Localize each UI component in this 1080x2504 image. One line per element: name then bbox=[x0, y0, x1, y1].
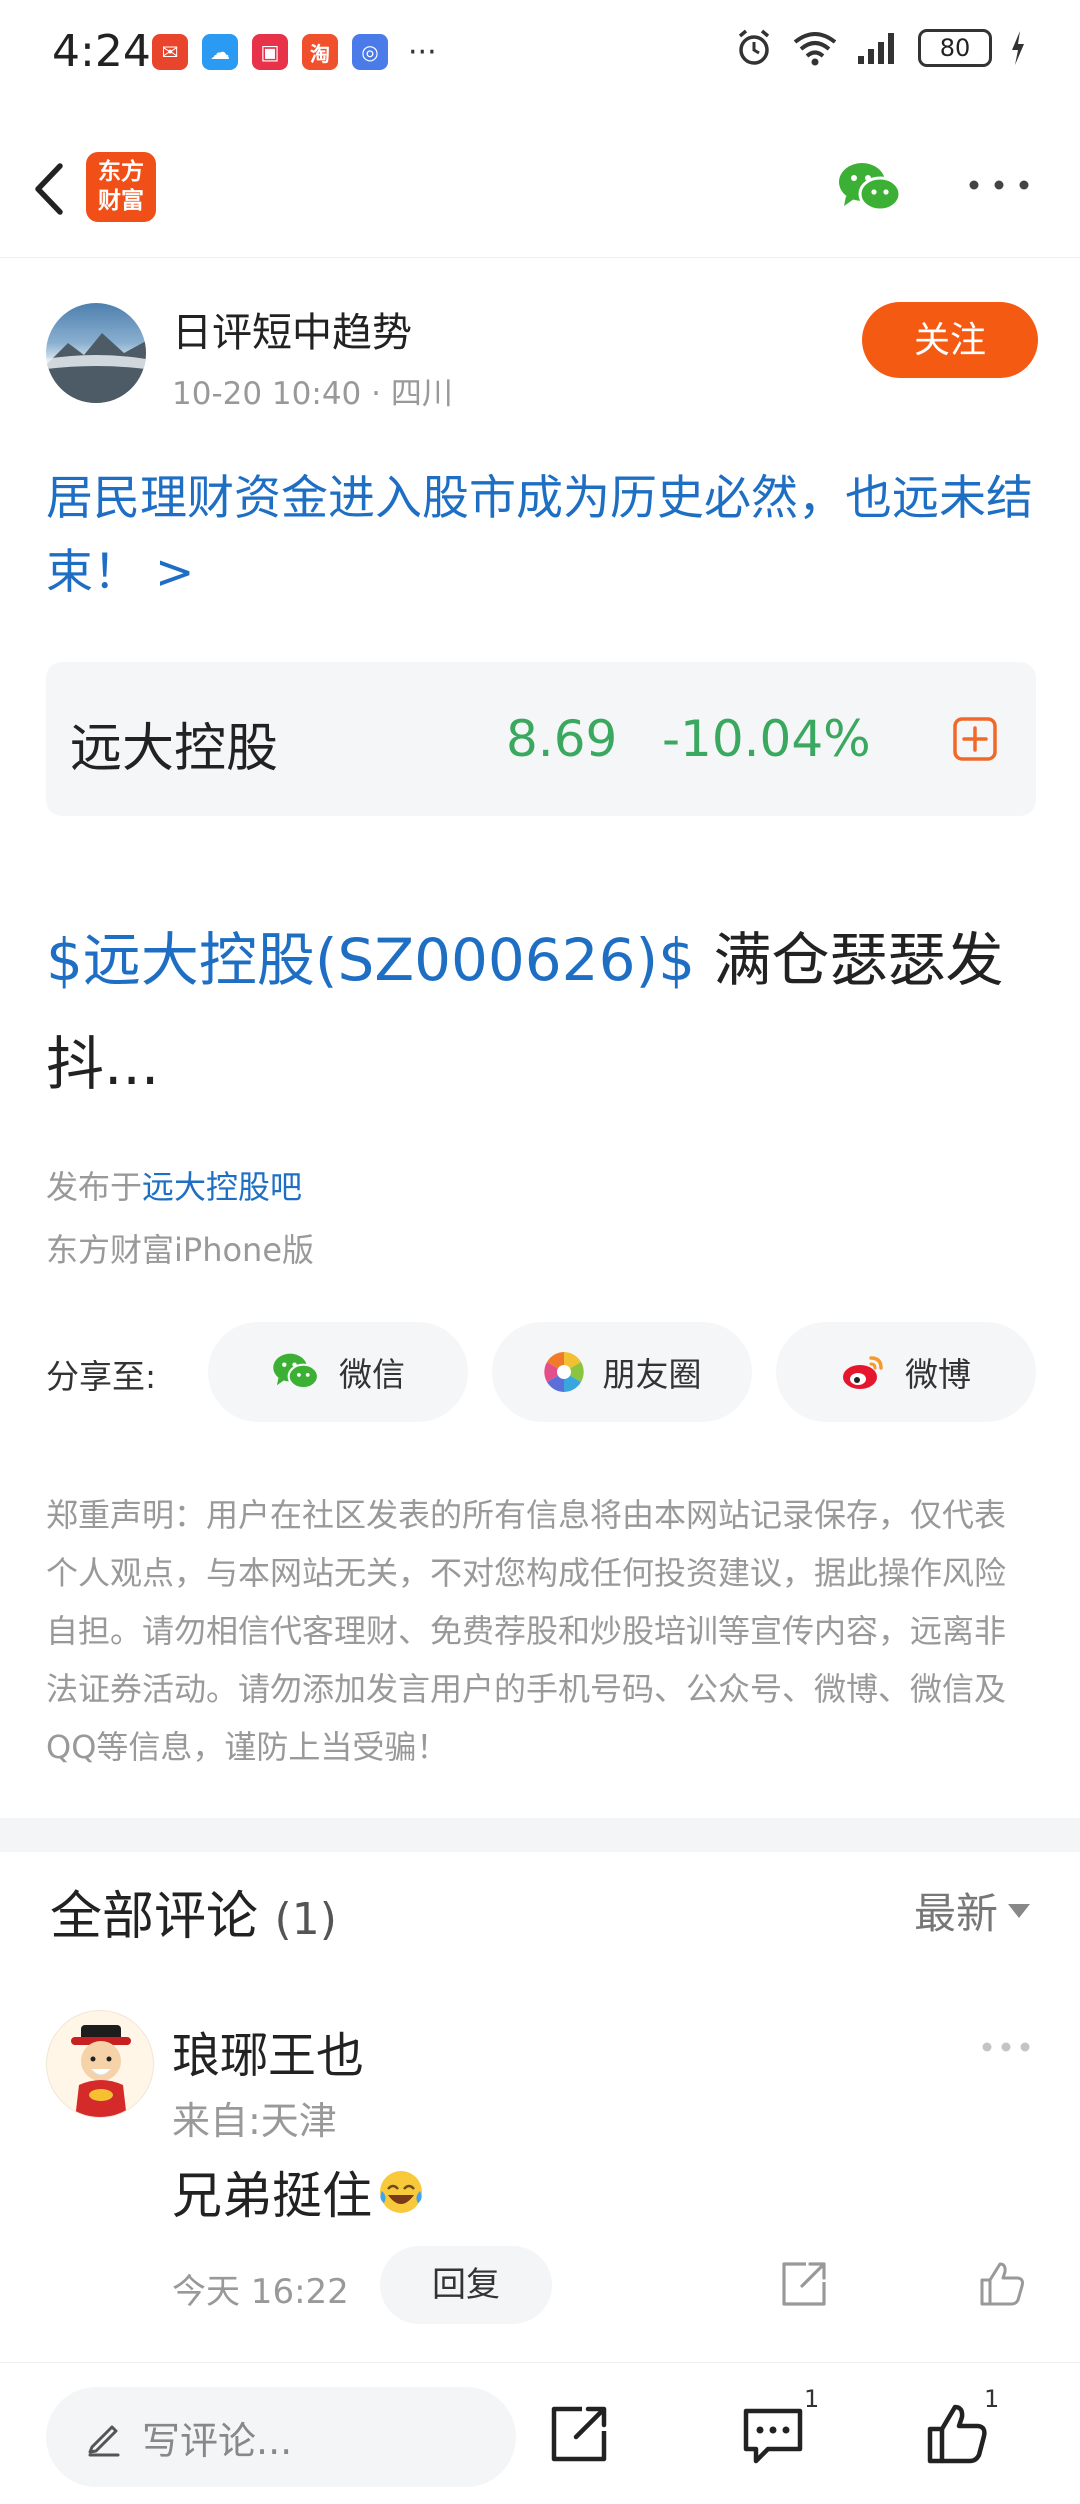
share-wechat-button[interactable]: 微信 bbox=[208, 1322, 468, 1422]
disclaimer-text: 郑重声明：用户在社区发表的所有信息将由本网站记录保存，仅代表个人观点，与本网站无… bbox=[46, 1496, 1007, 1766]
fortune-god-avatar-image bbox=[71, 2025, 131, 2117]
commenter-location: 来自:天津 bbox=[172, 2099, 337, 2143]
wechat-icon bbox=[273, 1353, 320, 1390]
commenter-name[interactable]: 琅琊王也 bbox=[172, 2016, 364, 2086]
device-source: 东方财富iPhone版 bbox=[46, 1231, 315, 1269]
status-indicators: 80 bbox=[734, 28, 1026, 68]
share-icon[interactable] bbox=[544, 2399, 614, 2469]
wechat-share-icon[interactable] bbox=[836, 158, 904, 218]
caret-down-icon bbox=[1008, 1903, 1030, 1918]
comment-count-badge: 1 bbox=[804, 2385, 820, 2413]
like-icon[interactable] bbox=[922, 2399, 992, 2469]
logo-line1: 东方 bbox=[98, 159, 144, 185]
nav-bar: 东方 财富 bbox=[0, 130, 1080, 258]
add-watchlist-icon[interactable] bbox=[950, 714, 1000, 764]
comment-like-icon[interactable] bbox=[976, 2258, 1028, 2310]
post-datetime: 10-20 10:40 bbox=[172, 376, 362, 412]
commenter-avatar[interactable] bbox=[46, 2010, 154, 2118]
comments-count: (1) bbox=[274, 1894, 337, 1945]
more-options-icon[interactable] bbox=[964, 170, 1034, 200]
comment-icon[interactable] bbox=[738, 2399, 808, 2469]
comments-header: 全部评论 (1) bbox=[50, 1874, 337, 1949]
red-envelope-app-icon: ✉ bbox=[152, 34, 188, 70]
status-time: 4:24 bbox=[52, 26, 151, 77]
post-body: $远大控股(SZ000626)$ 满仓瑟瑟发抖... bbox=[46, 908, 1046, 1116]
follow-button[interactable]: 关注 bbox=[862, 302, 1038, 378]
comment-input-placeholder: 写评论... bbox=[142, 2418, 293, 2463]
pencil-icon bbox=[88, 2425, 120, 2457]
stock-tag-link[interactable]: $远大控股(SZ000626)$ bbox=[46, 926, 695, 994]
meta-separator: · bbox=[371, 376, 391, 412]
comments-title: 全部评论 bbox=[50, 1887, 259, 1947]
cloud-app-icon: ☁ bbox=[202, 34, 238, 70]
weibo-icon bbox=[843, 1356, 883, 1389]
more-notifications-icon: ··· bbox=[408, 34, 437, 70]
author-meta: 10-20 10:40 · 四川 bbox=[172, 368, 453, 413]
sort-dropdown[interactable]: 最新 bbox=[914, 1880, 1030, 1941]
author-avatar[interactable] bbox=[46, 303, 146, 403]
section-divider bbox=[0, 1818, 1080, 1852]
stock-price: 8.69 bbox=[506, 710, 618, 768]
share-moments-button[interactable]: 朋友圈 bbox=[492, 1322, 752, 1422]
share-weibo-button[interactable]: 微博 bbox=[776, 1322, 1036, 1422]
stock-name: 远大控股 bbox=[70, 719, 279, 779]
comment-input[interactable]: 写评论... bbox=[46, 2387, 516, 2487]
app-logo[interactable]: 东方 财富 bbox=[86, 152, 156, 222]
mountain-landscape-image bbox=[46, 333, 146, 403]
signal-icon bbox=[858, 33, 894, 64]
logo-line2: 财富 bbox=[98, 188, 144, 214]
share-label: 分享至: bbox=[46, 1357, 157, 1396]
moments-icon bbox=[543, 1352, 584, 1392]
comment-text: 兄弟挺住 bbox=[172, 2167, 372, 2225]
share-moments-label: 朋友圈 bbox=[602, 1355, 702, 1394]
stock-change: -10.04% bbox=[662, 710, 871, 768]
post-title-link[interactable]: 居民理财资金进入股市成为历史必然，也远未结束！ > bbox=[46, 462, 1046, 610]
comment-more-icon[interactable] bbox=[980, 2040, 1032, 2054]
author-name[interactable]: 日评短中趋势 bbox=[172, 300, 412, 358]
laugh-cry-emoji-icon bbox=[380, 2171, 422, 2213]
sort-label: 最新 bbox=[913, 1889, 998, 1938]
battery-indicator: 80 bbox=[918, 29, 992, 67]
back-icon[interactable] bbox=[22, 154, 82, 224]
comment-content: 兄弟挺住 bbox=[172, 2156, 426, 2228]
forum-bar-link[interactable]: 远大控股吧 bbox=[142, 1168, 302, 1206]
share-weibo-label: 微博 bbox=[905, 1355, 971, 1394]
share-wechat-label: 微信 bbox=[339, 1355, 405, 1394]
blue-app-icon: ◎ bbox=[352, 34, 388, 70]
reply-button[interactable]: 回复 bbox=[380, 2246, 552, 2324]
taobao-app-icon: 淘 bbox=[302, 34, 338, 70]
like-count-badge: 1 bbox=[984, 2385, 1000, 2413]
status-bar: 4:24 ✉ ☁ ▣ 淘 ◎ ··· 80 bbox=[0, 0, 1080, 110]
stock-quote-card[interactable]: 远大控股 8.69 -10.04% bbox=[46, 662, 1036, 816]
published-in: 发布于远大控股吧 bbox=[46, 1162, 302, 1208]
wifi-icon bbox=[793, 32, 837, 66]
comment-share-icon[interactable] bbox=[778, 2258, 830, 2310]
published-prefix: 发布于 bbox=[46, 1168, 143, 1206]
comment-time: 今天 16:22 bbox=[172, 2272, 349, 2312]
charging-icon bbox=[1012, 31, 1024, 65]
red-app-icon: ▣ bbox=[252, 34, 288, 70]
notification-icons: ✉ ☁ ▣ 淘 ◎ ··· bbox=[152, 34, 437, 70]
post-location: 四川 bbox=[390, 376, 453, 412]
bottom-action-bar: 写评论... 1 1 bbox=[0, 2362, 1080, 2504]
alarm-icon bbox=[738, 29, 770, 65]
